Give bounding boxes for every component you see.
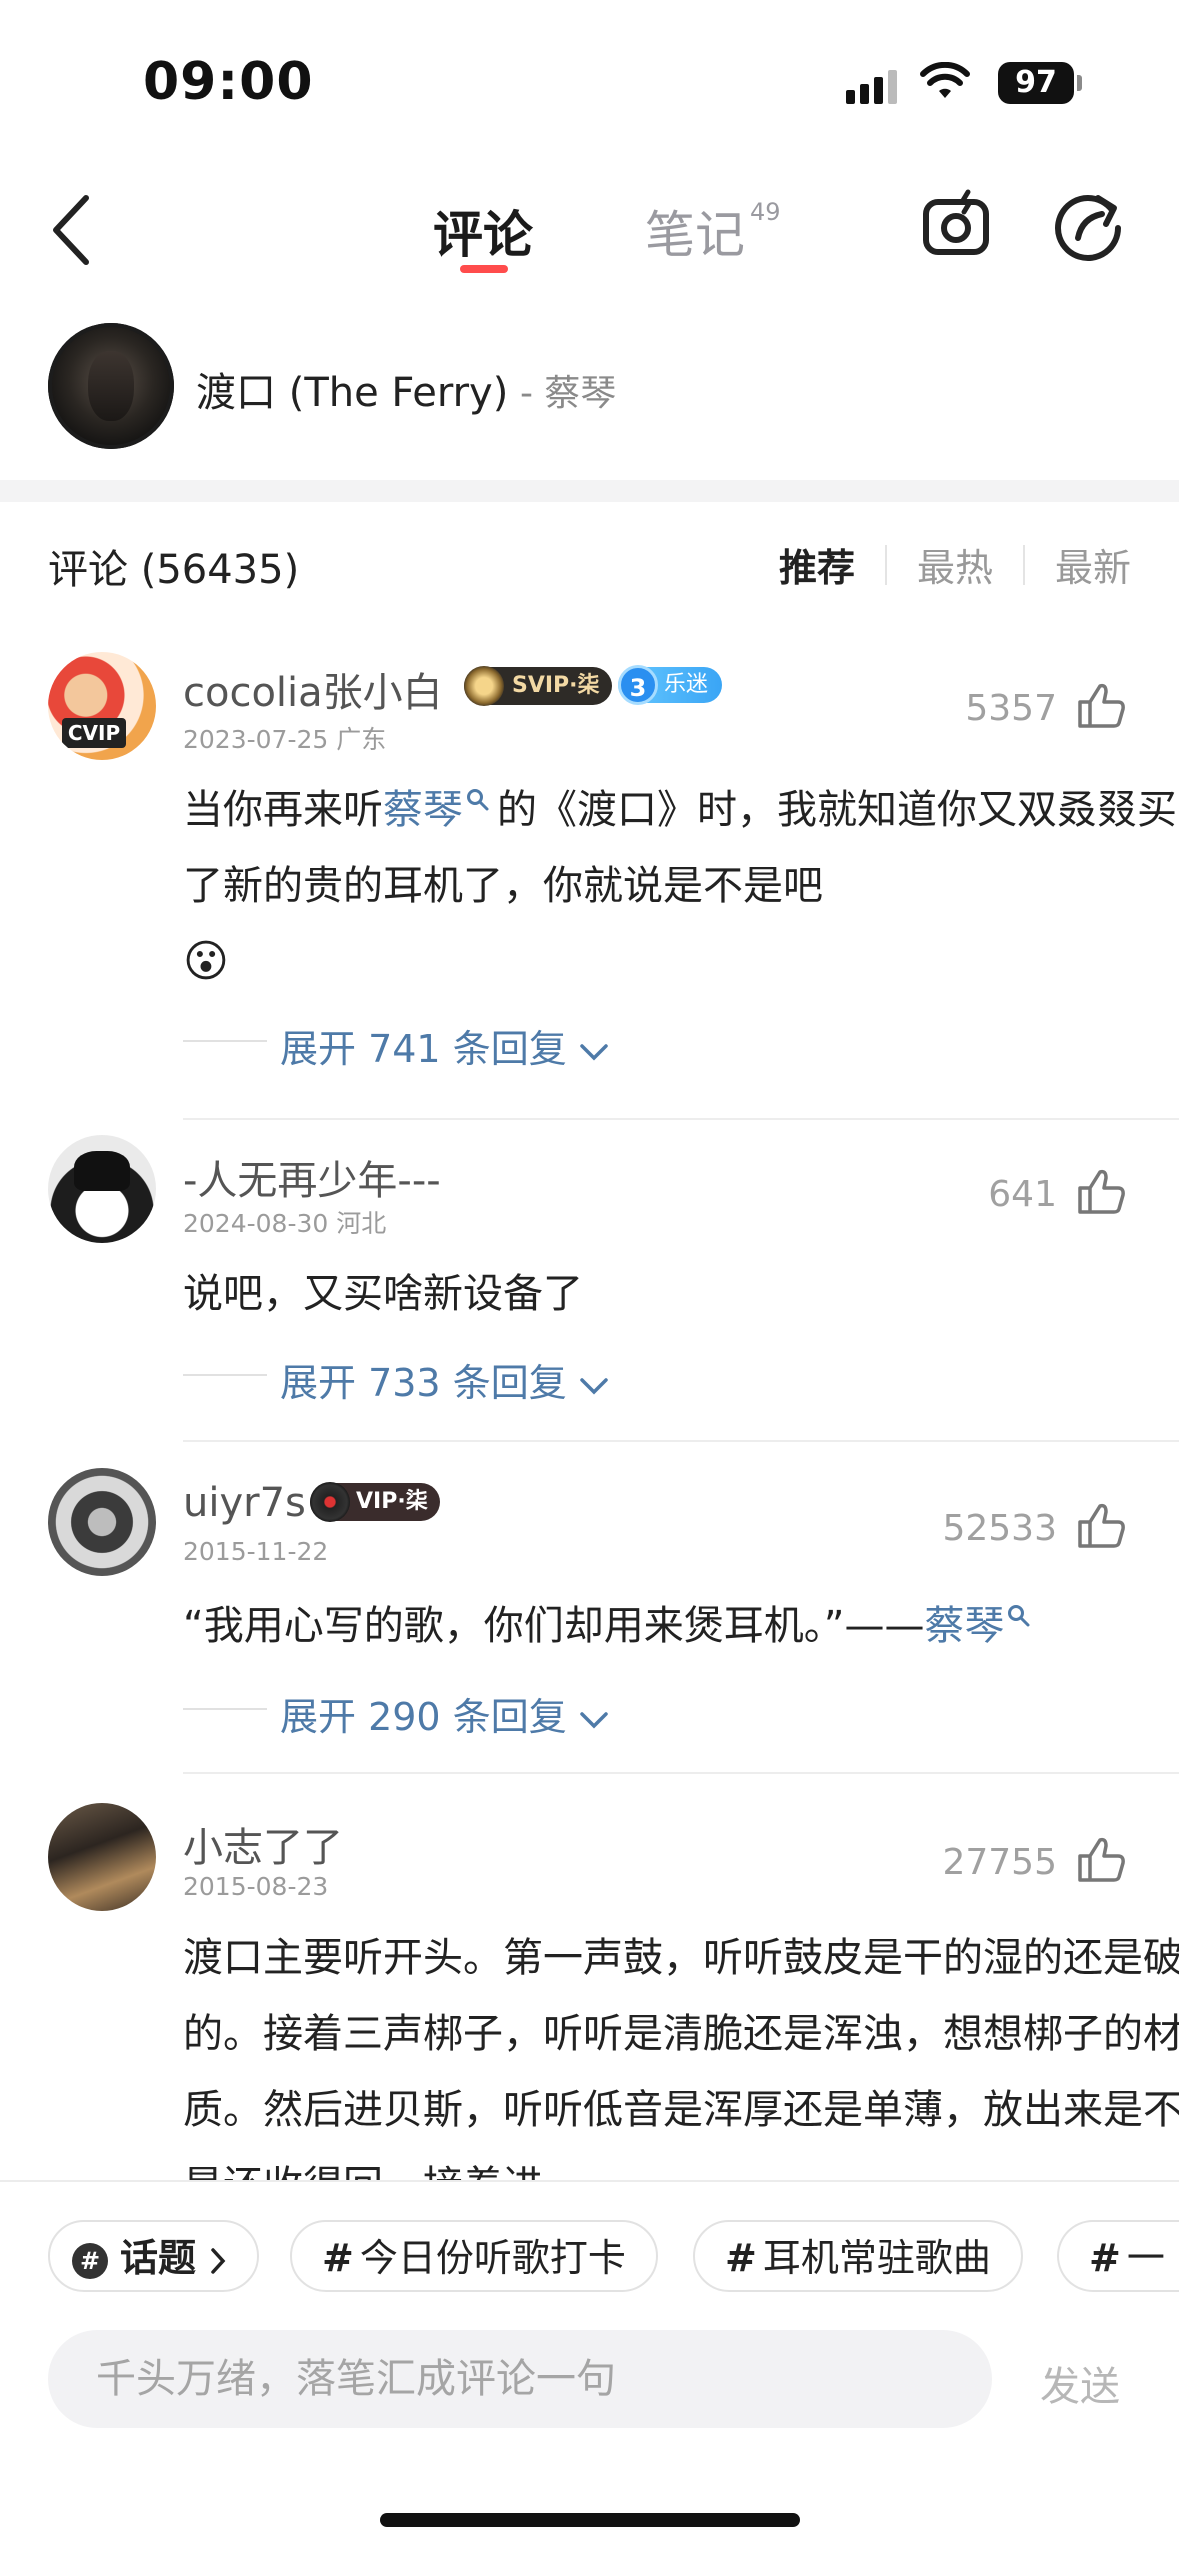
comment-meta: 2023-07-25 广东 <box>183 725 387 754</box>
artist-link[interactable]: 蔡琴 <box>924 1603 1004 1649</box>
expand-replies-label: 展开 290 条回复 <box>280 1695 567 1739</box>
comment-meta: 2015-11-22 <box>183 1537 329 1566</box>
thumbs-up-icon[interactable] <box>1076 1166 1128 1216</box>
share-icon[interactable] <box>1052 188 1126 262</box>
tab-notes[interactable]: 笔记 <box>645 195 745 267</box>
comment-input[interactable]: 千头万绪，落笔汇成评论一句 <box>48 2330 992 2428</box>
reply-line <box>183 1708 267 1710</box>
like-count: 27755 <box>942 1842 1057 1883</box>
notes-count: 49 <box>750 198 781 226</box>
comment-username[interactable]: -人无再少年--- <box>183 1148 441 1206</box>
like-count: 641 <box>988 1174 1057 1215</box>
avatar[interactable] <box>48 1803 156 1911</box>
avatar[interactable]: CVIP <box>48 652 156 760</box>
active-tab-indicator <box>460 265 508 273</box>
comment-meta: 2024-08-30 河北 <box>183 1209 387 1238</box>
topics-label: 话题 <box>120 2236 197 2280</box>
sort-divider <box>884 544 887 585</box>
sort-options: 推荐 最热 最新 <box>779 537 1131 592</box>
comment-separator <box>183 1772 1179 1774</box>
comment-text-part: 当你再来听 <box>183 787 383 833</box>
thumbs-up-icon[interactable] <box>1076 1500 1128 1550</box>
chevron-down-icon <box>580 1378 608 1395</box>
topic-chip-label: 今日份听歌打卡 <box>359 2236 626 2280</box>
topic-chip-label: 耳机常驻歌曲 <box>762 2236 991 2280</box>
reply-line <box>183 1040 267 1042</box>
comment-username[interactable]: cocolia张小白 <box>183 660 443 718</box>
topic-chip[interactable]: # 耳机常驻歌曲 <box>693 2220 1023 2292</box>
fan-level-badge: 3 <box>618 665 658 705</box>
thumbs-up-icon[interactable] <box>1076 680 1128 730</box>
reply-line <box>183 1374 267 1376</box>
comment-username[interactable]: uiyr7s <box>183 1480 306 1526</box>
cellular-signal-icon <box>846 70 902 104</box>
sort-newest[interactable]: 最新 <box>1055 537 1131 592</box>
home-indicator <box>380 2513 800 2527</box>
section-divider <box>0 480 1179 502</box>
status-time: 09:00 <box>143 52 314 112</box>
song-title[interactable]: 渡口 (The Ferry) <box>196 360 508 418</box>
wifi-icon <box>920 62 970 98</box>
comment-meta: 2015-08-23 <box>183 1872 329 1901</box>
hashtag-icon: # <box>72 2242 108 2279</box>
svip-badge-icon <box>464 666 504 706</box>
vip-badge-icon <box>310 1482 350 1522</box>
search-icon <box>467 789 489 811</box>
expand-replies-button[interactable]: 展开 733 条回复 <box>280 1352 609 1407</box>
comment-separator <box>183 1118 1179 1120</box>
like-count: 52533 <box>942 1508 1057 1549</box>
battery-indicator: 97 <box>998 62 1074 104</box>
song-cover-image[interactable] <box>48 323 174 449</box>
chevron-right-icon <box>211 2248 226 2274</box>
sort-hottest[interactable]: 最热 <box>917 537 993 592</box>
sort-recommended[interactable]: 推荐 <box>779 537 855 592</box>
back-arrow-icon[interactable] <box>48 190 96 270</box>
expand-replies-label: 展开 733 条回复 <box>280 1361 567 1405</box>
avatar[interactable] <box>48 1468 156 1576</box>
send-button[interactable]: 发送 <box>1040 2354 1120 2412</box>
tab-comments[interactable]: 评论 <box>433 195 533 267</box>
comment-text: 渡口主要听开头。第一声鼓，听听鼓皮是干的湿的还是破的。接着三声梆子，听听是清脆还… <box>183 1935 1179 2209</box>
like-count: 5357 <box>965 688 1057 729</box>
comment-text: “我用心写的歌，你们却用来煲耳机。”——蔡琴 <box>183 1588 1179 1664</box>
comment-text: 当你再来听蔡琴 的《渡口》时，我就知道你又双叒叕买了新的贵的耳机了，你就说是不是吧… <box>183 772 1179 1001</box>
comment-username[interactable]: 小志了了 <box>183 1815 343 1873</box>
topic-chip[interactable]: # 一 <box>1057 2220 1179 2292</box>
search-icon <box>1008 1605 1030 1627</box>
battery-tip <box>1077 75 1082 91</box>
song-artist[interactable]: - 蔡琴 <box>520 364 616 416</box>
comment-text: 说吧，又买啥新设备了 <box>183 1271 583 1317</box>
avatar[interactable] <box>48 1135 156 1243</box>
chevron-down-icon <box>580 1712 608 1729</box>
sort-divider <box>1022 544 1025 585</box>
expand-replies-button[interactable]: 展开 741 条回复 <box>280 1018 609 1073</box>
comment-text-part: “我用心写的歌，你们却用来煲耳机。”—— <box>183 1603 925 1649</box>
expand-replies-button[interactable]: 展开 290 条回复 <box>280 1686 609 1741</box>
comment-separator <box>183 1440 1179 1442</box>
topic-chip[interactable]: # 今日份听歌打卡 <box>290 2220 658 2292</box>
comments-count-label: 评论 (56435) <box>48 547 300 593</box>
camera-icon[interactable] <box>920 188 992 260</box>
emoji: 😮 <box>183 936 229 987</box>
chevron-down-icon <box>580 1044 608 1061</box>
expand-replies-label: 展开 741 条回复 <box>280 1027 567 1071</box>
topics-button[interactable]: # 话题 <box>48 2220 260 2292</box>
thumbs-up-icon[interactable] <box>1076 1834 1128 1884</box>
artist-link[interactable]: 蔡琴 <box>383 787 463 833</box>
topic-chip-label: 一 <box>1126 2236 1165 2280</box>
